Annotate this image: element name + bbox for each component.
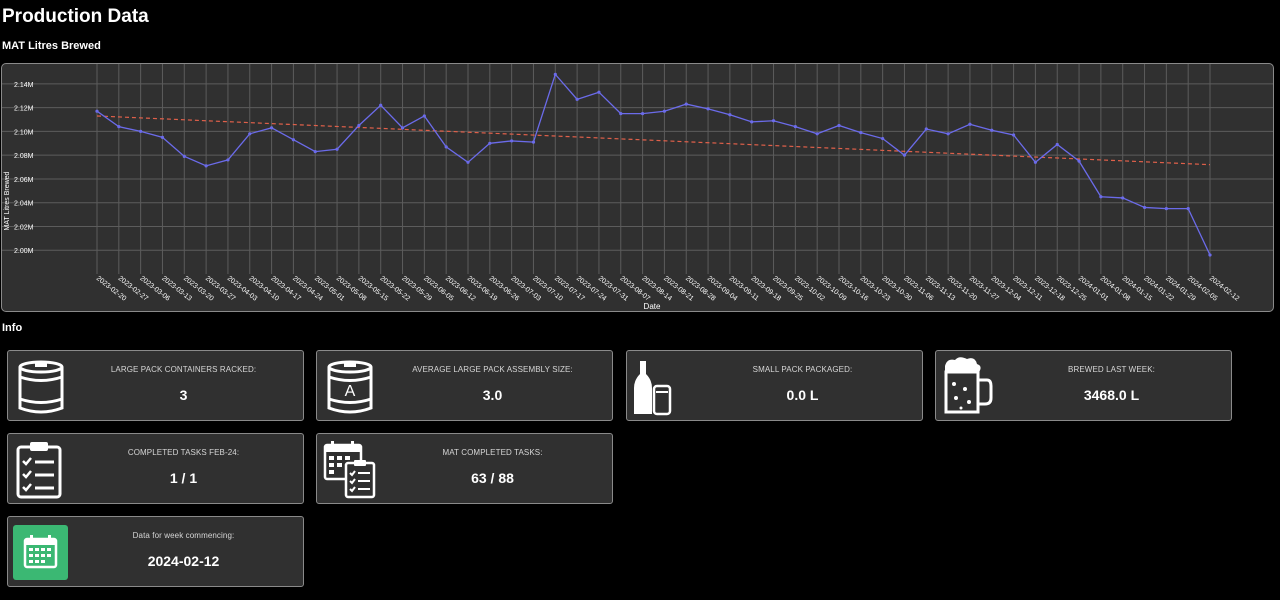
data-point xyxy=(313,150,317,154)
series-line xyxy=(96,73,1211,256)
y-tick-label: 2.12M xyxy=(14,106,34,113)
data-point xyxy=(1011,133,1016,137)
data-point xyxy=(444,145,448,149)
card-label: SMALL PACK PACKAGED: xyxy=(752,365,853,374)
data-point xyxy=(771,119,776,123)
chart-section-title: MAT Litres Brewed xyxy=(2,40,101,52)
clipboard-checklist-icon xyxy=(16,442,62,499)
mat-litres-chart: 2.00M 2.02M 2.04M 2.06M 2.08M 2.10M 2.12M 2.14M… xyxy=(2,64,1273,311)
data-point xyxy=(269,126,274,130)
data-point xyxy=(1121,196,1125,200)
card-large-pack-racked: LARGE PACK CONTAINERS RACKED: 3 xyxy=(7,350,304,421)
card-small-pack-packaged: SMALL PACK PACKAGED: 0.0 L xyxy=(626,350,923,421)
data-point xyxy=(422,114,426,118)
data-point xyxy=(924,127,928,131)
card-week-commencing: Data for week commencing: 2024-02-12 xyxy=(7,516,304,587)
card-label: LARGE PACK CONTAINERS RACKED: xyxy=(110,365,257,374)
data-point xyxy=(1142,205,1147,210)
data-point xyxy=(488,141,492,145)
y-tick-label: 2.02M xyxy=(14,224,34,231)
data-point xyxy=(182,154,186,158)
data-point xyxy=(1033,160,1038,164)
keg-icon xyxy=(18,360,64,414)
data-point xyxy=(815,132,819,136)
y-tick-label: 2.00M xyxy=(14,248,34,255)
trend-line xyxy=(96,115,1211,166)
calendar-icon xyxy=(13,525,68,580)
data-point xyxy=(204,164,208,168)
page-title: Production Data xyxy=(2,6,149,27)
data-point xyxy=(1077,159,1081,163)
card-label: COMPLETED TASKS FEB-24: xyxy=(127,448,240,457)
card-value: 63 / 88 xyxy=(471,470,514,486)
y-axis-label: MAT Litres Brewed xyxy=(4,171,11,230)
data-point xyxy=(531,140,536,144)
data-point xyxy=(640,111,645,116)
data-point xyxy=(553,72,557,76)
data-point xyxy=(357,123,361,128)
data-point xyxy=(859,131,863,135)
data-point xyxy=(619,111,623,116)
data-point xyxy=(1055,142,1059,147)
data-point xyxy=(160,135,165,139)
card-value: 3468.0 L xyxy=(1083,387,1140,403)
keg-a-icon: A xyxy=(327,360,373,414)
data-point xyxy=(1164,207,1168,211)
bottle-can-icon xyxy=(634,361,672,416)
data-point xyxy=(968,122,972,126)
data-point xyxy=(466,160,470,164)
card-value: 3 xyxy=(179,387,188,403)
data-point xyxy=(793,125,797,129)
data-point xyxy=(706,107,710,111)
data-point xyxy=(1186,207,1190,211)
x-axis-label: Date xyxy=(644,302,661,311)
data-point xyxy=(990,128,994,132)
data-point xyxy=(400,126,405,130)
card-label: BREWED LAST WEEK: xyxy=(1068,365,1155,374)
beer-mug-icon xyxy=(944,357,993,414)
card-average-assembly-size: A AVERAGE LARGE PACK ASSEMBLY SIZE: 3.0 xyxy=(316,350,613,421)
card-value: 3.0 xyxy=(482,387,503,403)
data-point xyxy=(291,138,296,142)
data-point xyxy=(728,113,732,117)
card-value: 1 / 1 xyxy=(169,470,198,486)
data-point xyxy=(902,153,907,157)
y-tick-label: 2.10M xyxy=(14,129,34,136)
card-mat-completed-tasks: MAT COMPLETED TASKS: 63 / 88 xyxy=(316,433,613,504)
keg-letter: A xyxy=(345,383,356,400)
data-point xyxy=(510,139,514,143)
data-point xyxy=(1099,195,1103,199)
data-point xyxy=(248,132,252,136)
data-point xyxy=(662,109,667,113)
card-value: 2024-02-12 xyxy=(147,553,220,569)
info-section-title: Info xyxy=(2,322,23,334)
card-completed-tasks-month: COMPLETED TASKS FEB-24: 1 / 1 xyxy=(7,433,304,504)
data-point xyxy=(946,132,950,136)
card-value: 0.0 L xyxy=(786,387,819,403)
y-tick-label: 2.06M xyxy=(14,177,34,184)
data-point xyxy=(881,136,885,141)
calendar-checklist-icon xyxy=(323,441,376,499)
data-point xyxy=(837,123,841,128)
data-point xyxy=(575,97,579,101)
data-point xyxy=(1208,253,1212,257)
data-point xyxy=(750,120,754,124)
card-label: MAT COMPLETED TASKS: xyxy=(442,448,543,457)
data-point xyxy=(379,103,383,107)
y-tick-label: 2.04M xyxy=(14,201,34,208)
card-brewed-last-week: BREWED LAST WEEK: 3468.0 L xyxy=(935,350,1232,421)
y-tick-label: 2.08M xyxy=(14,153,34,160)
data-point xyxy=(95,109,99,113)
data-point xyxy=(117,125,121,129)
data-point xyxy=(335,147,339,151)
data-point xyxy=(226,158,230,162)
data-point xyxy=(684,102,688,106)
data-point xyxy=(597,90,601,94)
card-label: AVERAGE LARGE PACK ASSEMBLY SIZE: xyxy=(412,365,573,374)
y-tick-label: 2.14M xyxy=(14,82,34,89)
chart-panel: 2.00M 2.02M 2.04M 2.06M 2.08M 2.10M 2.12M 2.14M… xyxy=(1,63,1274,312)
card-label: Data for week commencing: xyxy=(132,531,235,540)
data-point xyxy=(139,129,143,134)
